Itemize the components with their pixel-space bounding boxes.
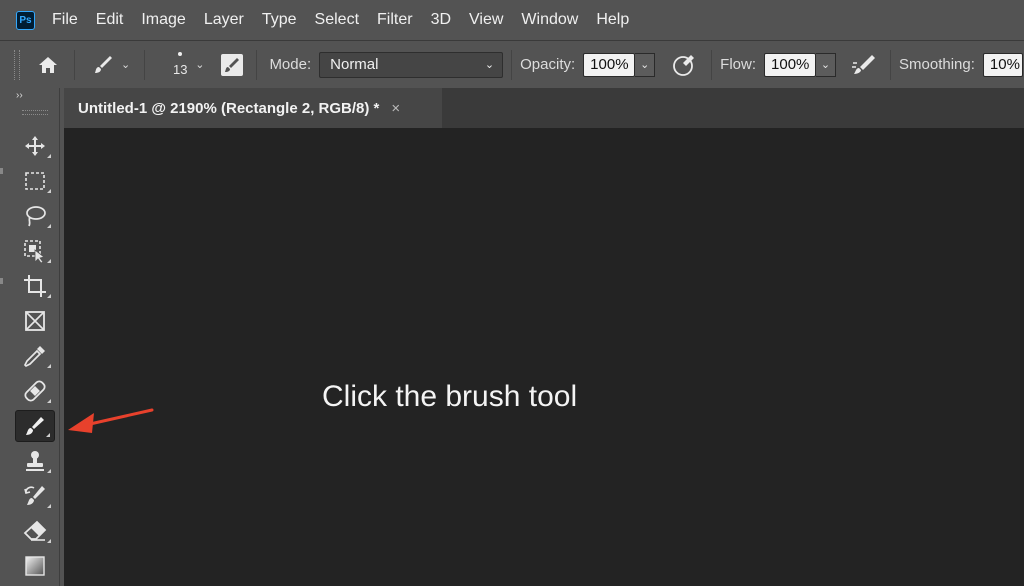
menu-edit[interactable]: Edit bbox=[87, 0, 133, 40]
eyedropper-tool[interactable] bbox=[15, 340, 55, 372]
home-icon bbox=[39, 56, 57, 73]
separator bbox=[144, 49, 146, 80]
home-button[interactable] bbox=[30, 55, 66, 75]
flyout-indicator bbox=[47, 539, 51, 543]
spot-healing-brush-tool[interactable] bbox=[15, 375, 55, 407]
mode-value: Normal bbox=[330, 56, 379, 73]
options-bar-grip[interactable] bbox=[14, 49, 20, 80]
airbrush-button[interactable] bbox=[850, 53, 878, 77]
brush-settings-toggle[interactable] bbox=[220, 53, 244, 77]
menu-image[interactable]: Image bbox=[132, 0, 194, 40]
eyedropper-icon bbox=[23, 346, 45, 368]
crop-tool[interactable] bbox=[15, 270, 55, 302]
menu-help[interactable]: Help bbox=[587, 0, 638, 40]
menu-select[interactable]: Select bbox=[306, 0, 368, 40]
opacity-label: Opacity: bbox=[520, 56, 576, 73]
menu-type[interactable]: Type bbox=[253, 0, 306, 40]
menu-layer[interactable]: Layer bbox=[195, 0, 253, 40]
instruction-text: Click the brush tool bbox=[322, 380, 578, 413]
smoothing-input[interactable]: 10% bbox=[982, 52, 1023, 77]
stamp-icon bbox=[26, 451, 44, 471]
collapse-panel-icon[interactable]: ›› bbox=[16, 90, 23, 101]
document-tab[interactable]: Untitled-1 @ 2190% (Rectangle 2, RGB/8) … bbox=[64, 88, 442, 128]
mode-label: Mode: bbox=[269, 56, 312, 73]
eraser-icon bbox=[23, 520, 47, 541]
panel-edge-mark bbox=[0, 168, 3, 174]
move-tool[interactable] bbox=[15, 130, 55, 162]
chevron-down-icon: ⌄ bbox=[121, 59, 131, 71]
flyout-indicator bbox=[47, 154, 51, 158]
smoothing-label: Smoothing: bbox=[899, 56, 975, 73]
separator bbox=[74, 49, 75, 80]
document-canvas[interactable]: Click the brush tool bbox=[64, 128, 1024, 586]
pointer-arrow-icon bbox=[68, 408, 154, 433]
flyout-indicator bbox=[47, 399, 51, 403]
move-icon bbox=[25, 136, 45, 156]
menu-view[interactable]: View bbox=[460, 0, 512, 40]
document-tab-title: Untitled-1 @ 2190% (Rectangle 2, RGB/8) … bbox=[78, 99, 380, 117]
gradient-tool[interactable] bbox=[15, 550, 55, 582]
flyout-indicator bbox=[47, 259, 51, 263]
brush-size-value: 13 bbox=[172, 62, 188, 77]
brush-tool[interactable] bbox=[15, 410, 55, 442]
airbrush-icon bbox=[852, 54, 876, 74]
separator bbox=[711, 49, 713, 80]
frame-tool[interactable] bbox=[15, 305, 55, 337]
separator bbox=[256, 49, 258, 80]
frame-icon bbox=[25, 311, 45, 331]
menu-bar: Ps File Edit Image Layer Type Select Fil… bbox=[0, 0, 1024, 40]
flyout-indicator bbox=[47, 189, 51, 193]
separator bbox=[890, 49, 892, 80]
photoshop-logo: Ps bbox=[16, 10, 35, 30]
menu-3d[interactable]: 3D bbox=[422, 0, 460, 40]
brush-settings-panel-icon bbox=[221, 53, 244, 76]
mode-dropdown[interactable]: Normal ⌄ bbox=[319, 51, 504, 78]
flyout-indicator bbox=[47, 294, 51, 298]
tools-panel-grip[interactable] bbox=[22, 110, 48, 115]
brush-tip-preview bbox=[178, 52, 183, 56]
flyout-indicator bbox=[47, 224, 51, 228]
flyout-indicator bbox=[47, 469, 51, 473]
flyout-indicator bbox=[47, 504, 51, 508]
document-tab-bar: Untitled-1 @ 2190% (Rectangle 2, RGB/8) … bbox=[64, 88, 1024, 128]
rectangular-marquee-tool[interactable] bbox=[15, 165, 55, 197]
pressure-opacity-button[interactable] bbox=[671, 52, 697, 78]
brush-size-chevron-icon[interactable]: ⌄ bbox=[195, 58, 204, 71]
brush-size-picker[interactable]: 13 bbox=[167, 52, 193, 77]
clone-stamp-tool[interactable] bbox=[15, 445, 55, 477]
tools-panel: ›› bbox=[10, 88, 60, 586]
marquee-icon bbox=[25, 172, 45, 190]
separator bbox=[511, 49, 513, 80]
close-icon[interactable]: × bbox=[391, 100, 400, 117]
crop-icon bbox=[24, 275, 46, 297]
bandage-icon bbox=[24, 380, 46, 402]
flow-chevron-icon[interactable]: ⌄ bbox=[816, 52, 837, 77]
panel-edge-mark bbox=[0, 278, 3, 284]
options-bar: ⌄ 13 ⌄ Mode: Normal ⌄ Opacity: 100% ⌄ Fl… bbox=[0, 40, 1024, 88]
object-selection-icon bbox=[24, 240, 45, 263]
history-brush-icon bbox=[24, 486, 45, 505]
eraser-tool[interactable] bbox=[15, 515, 55, 547]
flow-label: Flow: bbox=[720, 56, 757, 73]
gradient-icon bbox=[25, 556, 45, 576]
menu-filter[interactable]: Filter bbox=[368, 0, 422, 40]
lasso-icon bbox=[26, 206, 46, 227]
brush-icon bbox=[26, 417, 44, 435]
brush-icon bbox=[95, 55, 112, 73]
object-selection-tool[interactable] bbox=[15, 235, 55, 267]
opacity-chevron-icon[interactable]: ⌄ bbox=[635, 52, 656, 77]
flow-input[interactable]: 100% bbox=[764, 52, 817, 77]
opacity-input[interactable]: 100% bbox=[583, 52, 636, 77]
menu-file[interactable]: File bbox=[43, 0, 87, 40]
tool-preset-picker[interactable]: ⌄ bbox=[91, 53, 130, 77]
chevron-down-icon: ⌄ bbox=[484, 59, 495, 71]
pen-pressure-icon bbox=[673, 54, 695, 76]
menu-window[interactable]: Window bbox=[512, 0, 587, 40]
flyout-indicator bbox=[47, 364, 51, 368]
flyout-indicator bbox=[46, 433, 50, 437]
history-brush-tool[interactable] bbox=[15, 480, 55, 512]
lasso-tool[interactable] bbox=[15, 200, 55, 232]
